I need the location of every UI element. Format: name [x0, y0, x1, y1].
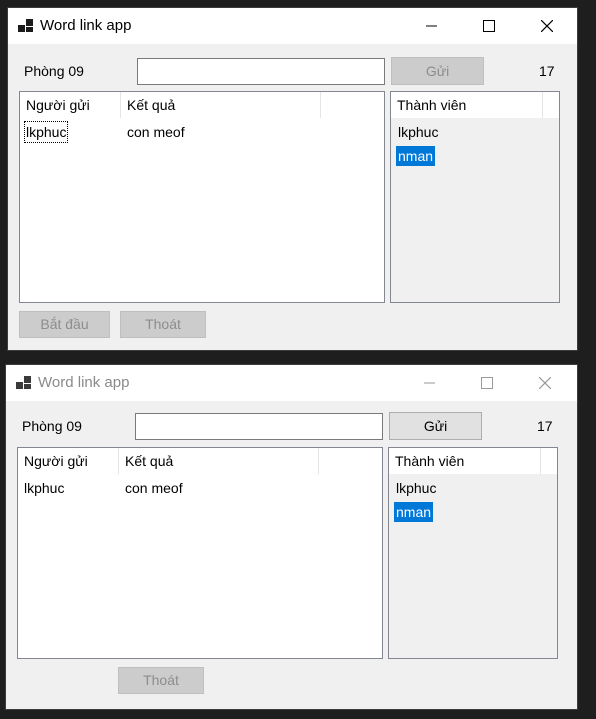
- members-header: Thành viên: [389, 448, 557, 474]
- minimize-button[interactable]: [409, 8, 455, 44]
- minimize-icon: [424, 382, 435, 384]
- column-header-members[interactable]: Thành viên: [389, 448, 541, 474]
- cell-sender: lkphuc: [23, 121, 69, 143]
- room-label: Phòng 09: [22, 418, 82, 434]
- app-icon: [16, 376, 32, 390]
- message-input[interactable]: [135, 413, 383, 440]
- window-title: Word link app: [40, 17, 132, 34]
- column-header-members[interactable]: Thành viên: [391, 92, 543, 118]
- exit-button[interactable]: Thoát: [118, 667, 204, 694]
- members-header: Thành viên: [391, 92, 559, 118]
- member-count: 17: [537, 418, 553, 434]
- close-icon: [539, 377, 551, 389]
- start-button[interactable]: Bắt đầu: [19, 311, 110, 338]
- member-item-selected[interactable]: nman: [396, 146, 436, 166]
- message-input[interactable]: [137, 58, 385, 85]
- results-list[interactable]: Người gửi Kết quả lkphuc con meof: [19, 91, 385, 303]
- members-list[interactable]: Thành viên lkphuc nman: [390, 91, 560, 303]
- results-header: Người gửi Kết quả: [18, 448, 382, 474]
- exit-button[interactable]: Thoát: [120, 311, 206, 338]
- close-button[interactable]: [522, 365, 568, 401]
- cell-sender: lkphuc: [24, 480, 65, 496]
- column-header-result[interactable]: Kết quả: [121, 92, 321, 118]
- title-bar[interactable]: Word link app: [8, 8, 577, 44]
- close-icon: [541, 20, 553, 32]
- column-header-result[interactable]: Kết quả: [119, 448, 319, 474]
- minimize-icon: [426, 25, 437, 27]
- maximize-button[interactable]: [464, 365, 510, 401]
- member-item[interactable]: lkphuc: [396, 478, 436, 498]
- maximize-icon: [483, 20, 495, 32]
- window-title: Word link app: [38, 374, 130, 391]
- cell-result: con meof: [127, 124, 185, 140]
- results-list[interactable]: Người gửi Kết quả lkphuc con meof: [17, 447, 383, 659]
- send-button[interactable]: Gửi: [389, 412, 482, 440]
- column-header-sender[interactable]: Người gửi: [20, 92, 121, 118]
- send-button[interactable]: Gửi: [391, 57, 484, 85]
- word-link-window-2: Word link app Phòng 09 Gửi 17 Người gửi …: [5, 364, 578, 710]
- column-header-sender[interactable]: Người gửi: [18, 448, 119, 474]
- word-link-window-1: Word link app Phòng 09 Gửi 17 Người gửi …: [7, 7, 578, 351]
- app-icon: [18, 19, 34, 33]
- maximize-icon: [481, 377, 493, 389]
- maximize-button[interactable]: [466, 8, 512, 44]
- member-item-selected[interactable]: nman: [394, 502, 434, 522]
- member-count: 17: [539, 63, 555, 79]
- close-button[interactable]: [524, 8, 570, 44]
- members-list[interactable]: Thành viên lkphuc nman: [388, 447, 558, 659]
- cell-result: con meof: [125, 480, 183, 496]
- member-item[interactable]: lkphuc: [398, 122, 438, 142]
- room-label: Phòng 09: [24, 63, 84, 79]
- minimize-button[interactable]: [407, 365, 453, 401]
- results-header: Người gửi Kết quả: [20, 92, 384, 118]
- title-bar[interactable]: Word link app: [6, 365, 577, 401]
